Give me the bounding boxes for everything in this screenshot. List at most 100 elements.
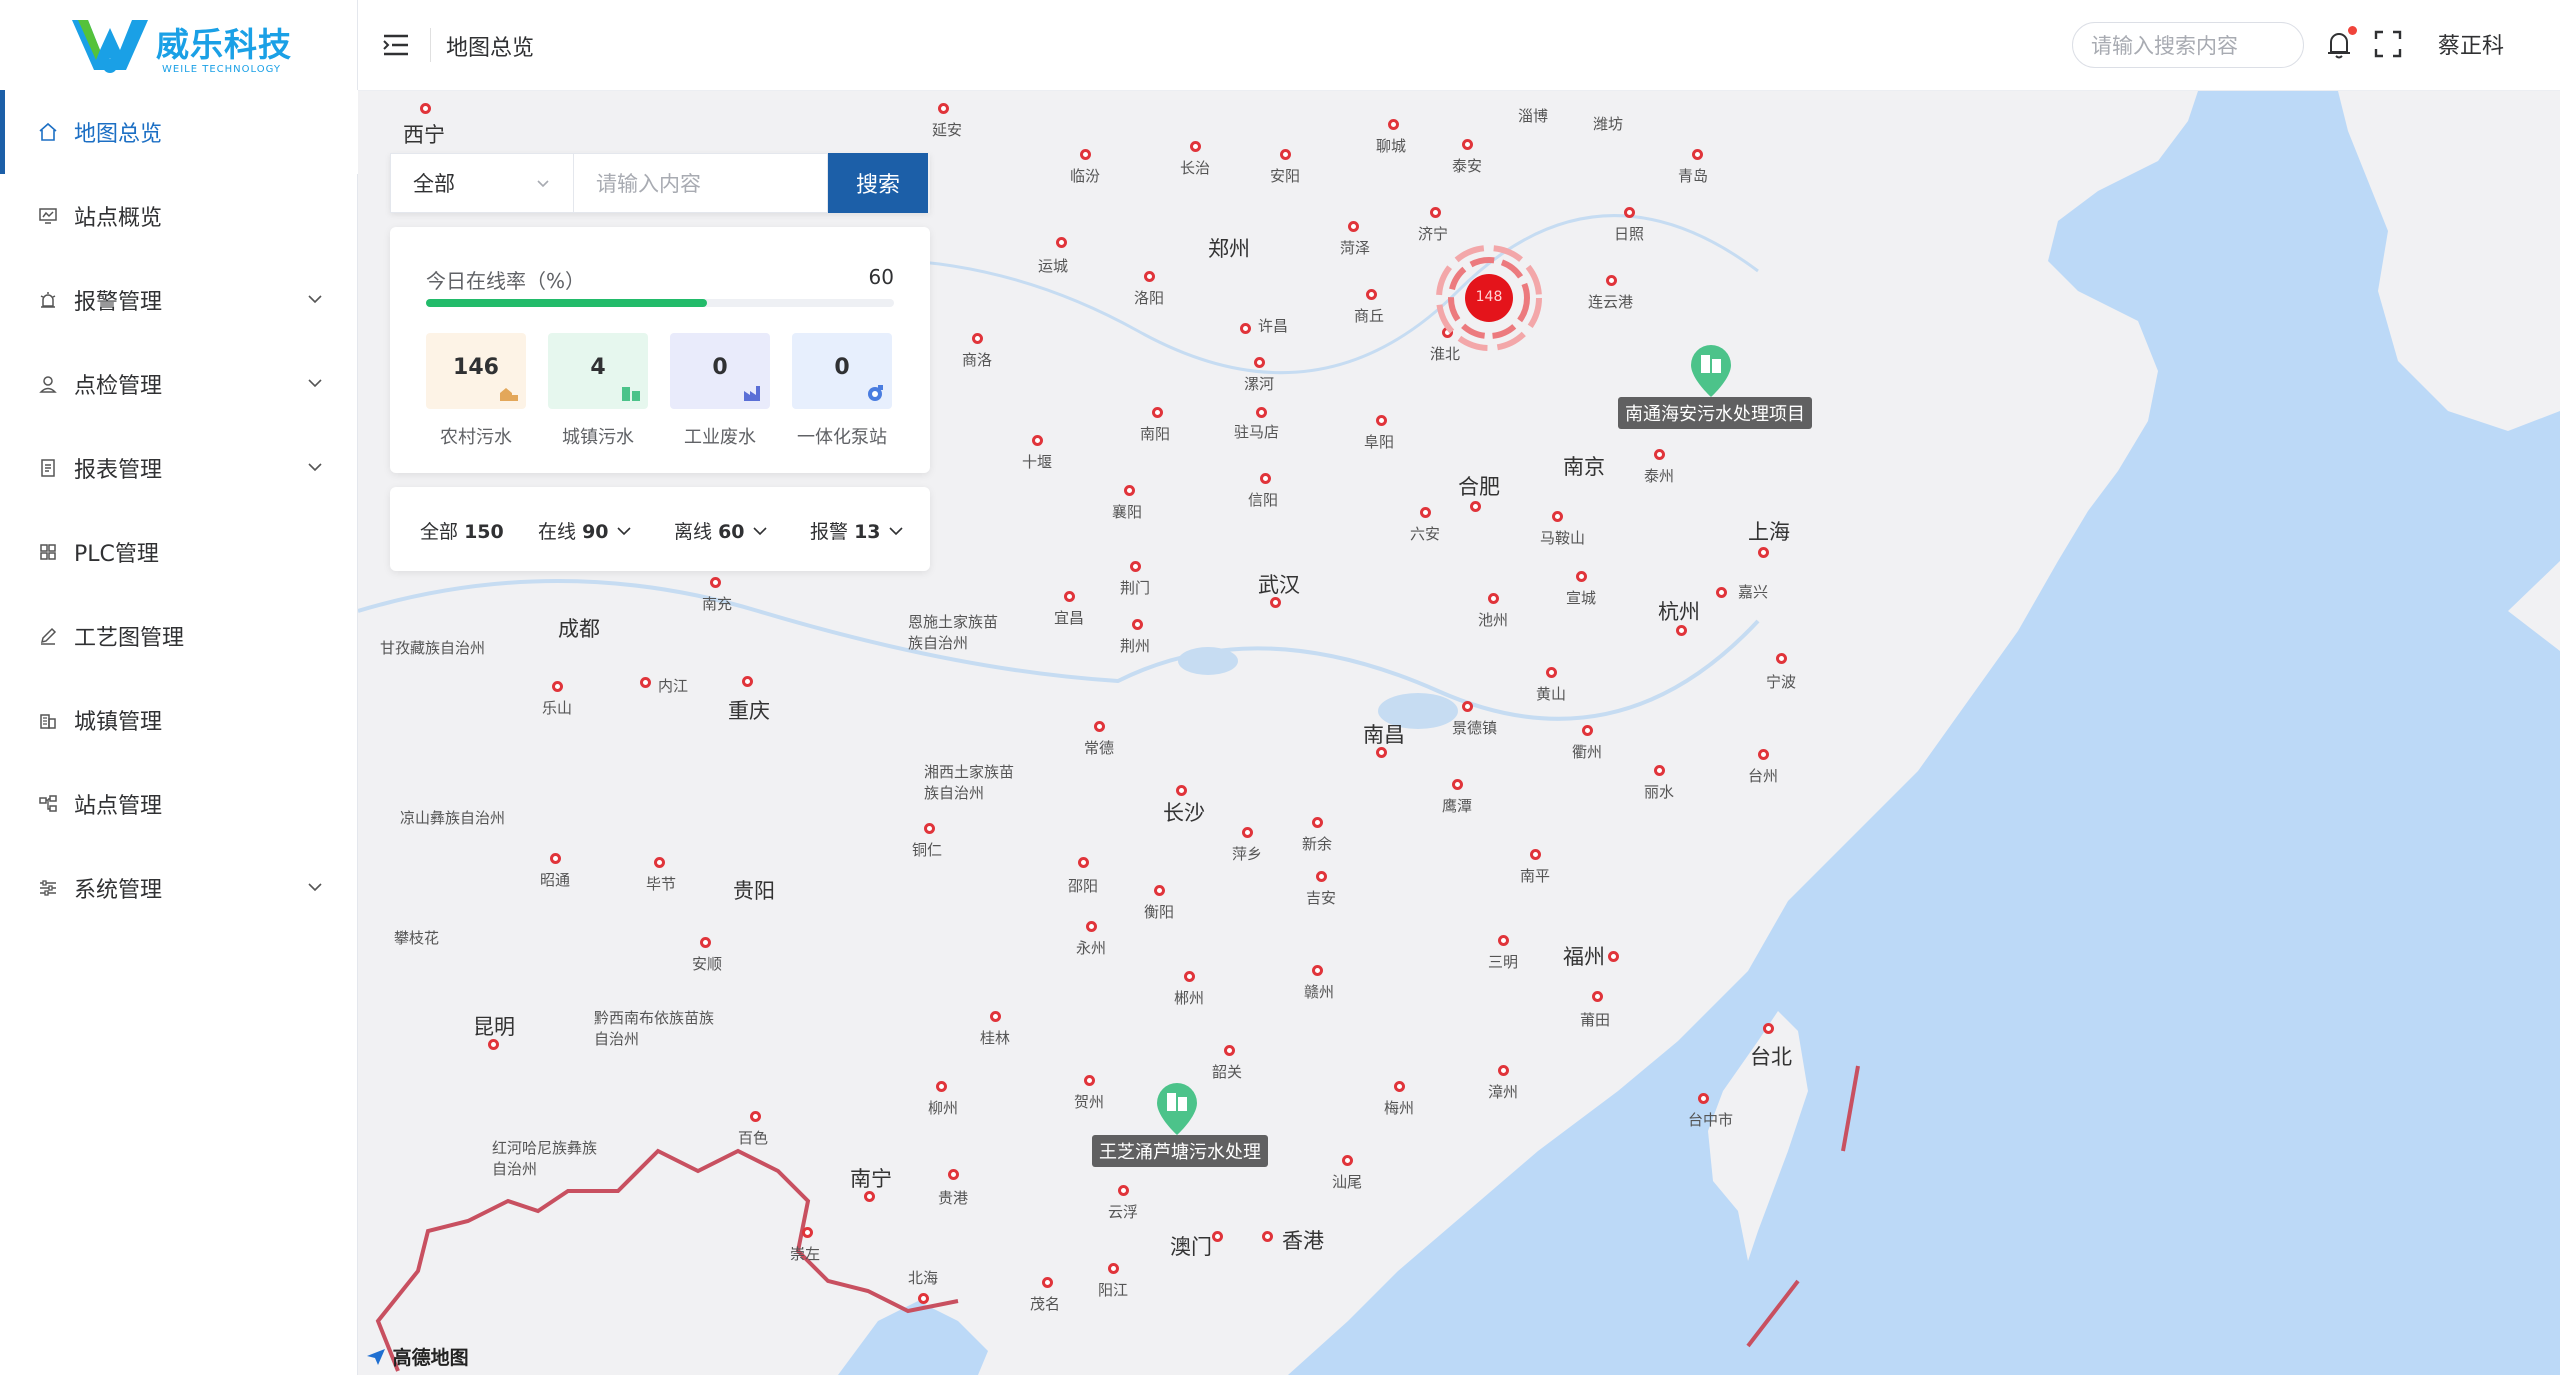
station-marker[interactable] xyxy=(1094,721,1105,732)
station-marker[interactable] xyxy=(1676,625,1687,636)
project-label[interactable]: 王芝涌芦塘污水处理 xyxy=(1092,1135,1268,1167)
station-marker[interactable] xyxy=(1032,435,1043,446)
station-marker[interactable] xyxy=(1242,827,1253,838)
station-marker[interactable] xyxy=(938,103,949,114)
station-marker[interactable] xyxy=(1498,935,1509,946)
station-marker[interactable] xyxy=(1763,1023,1774,1034)
station-marker[interactable] xyxy=(1342,1155,1353,1166)
project-pin-icon[interactable] xyxy=(1688,343,1734,399)
station-marker[interactable] xyxy=(1582,725,1593,736)
station-marker[interactable] xyxy=(918,1293,929,1304)
station-marker[interactable] xyxy=(1212,1231,1223,1242)
sidebar-item-town[interactable]: 城镇管理 xyxy=(0,678,358,762)
station-marker[interactable] xyxy=(1552,511,1563,522)
station-marker[interactable] xyxy=(1576,571,1587,582)
station-marker[interactable] xyxy=(1130,561,1141,572)
sidebar-item-reports[interactable]: 报表管理 xyxy=(0,426,358,510)
station-marker[interactable] xyxy=(1348,221,1359,232)
sidebar-item-inspection[interactable]: 点检管理 xyxy=(0,342,358,426)
station-marker[interactable] xyxy=(1316,871,1327,882)
station-marker[interactable] xyxy=(924,823,935,834)
station-marker[interactable] xyxy=(1606,275,1617,286)
station-marker[interactable] xyxy=(1086,921,1097,932)
filter-offline[interactable]: 离线 60 xyxy=(674,517,769,544)
station-marker[interactable] xyxy=(1394,1081,1405,1092)
station-marker[interactable] xyxy=(1776,653,1787,664)
station-marker[interactable] xyxy=(654,857,665,868)
station-marker[interactable] xyxy=(1078,857,1089,868)
station-marker[interactable] xyxy=(1132,619,1143,630)
sidebar-item-site-overview[interactable]: 站点概览 xyxy=(0,174,358,258)
station-marker[interactable] xyxy=(1224,1045,1235,1056)
station-marker[interactable] xyxy=(1698,1093,1709,1104)
station-marker[interactable] xyxy=(864,1191,875,1202)
station-marker[interactable] xyxy=(742,676,753,687)
station-marker[interactable] xyxy=(1654,449,1665,460)
station-marker[interactable] xyxy=(1654,765,1665,776)
station-marker[interactable] xyxy=(1376,415,1387,426)
sidebar-item-alarm[interactable]: 报警管理 xyxy=(0,258,358,342)
map-view[interactable]: 西宁 郑州 成都 重庆 武汉 合肥 南京 上海 杭州 长沙 南昌 贵阳 昆明 福… xyxy=(358,91,2560,1375)
station-marker[interactable] xyxy=(1262,1231,1273,1242)
station-marker[interactable] xyxy=(936,1081,947,1092)
station-marker[interactable] xyxy=(1144,271,1155,282)
amap-attribution[interactable]: 高德地图 xyxy=(366,1343,469,1370)
menu-toggle-icon[interactable] xyxy=(382,32,410,58)
station-marker[interactable] xyxy=(1376,747,1387,758)
station-marker[interactable] xyxy=(990,1011,1001,1022)
station-marker[interactable] xyxy=(552,681,563,692)
station-marker[interactable] xyxy=(1280,149,1291,160)
project-label[interactable]: 南通海安污水处理项目 xyxy=(1618,397,1812,429)
station-marker[interactable] xyxy=(1462,701,1473,712)
station-marker[interactable] xyxy=(1190,141,1201,152)
station-marker[interactable] xyxy=(1270,597,1281,608)
station-marker[interactable] xyxy=(1366,289,1377,300)
station-marker[interactable] xyxy=(1312,965,1323,976)
station-marker[interactable] xyxy=(1758,547,1769,558)
stat-pump-station[interactable]: 0 xyxy=(792,333,892,409)
station-marker[interactable] xyxy=(1530,849,1541,860)
station-marker[interactable] xyxy=(1388,119,1399,130)
map-search-input[interactable]: 请输入内容 xyxy=(574,153,828,213)
project-pin-icon[interactable] xyxy=(1154,1081,1200,1137)
stat-rural-sewage[interactable]: 146 xyxy=(426,333,526,409)
station-marker[interactable] xyxy=(1498,1065,1509,1076)
station-marker[interactable] xyxy=(1256,407,1267,418)
sidebar-item-map-overview[interactable]: 地图总览 xyxy=(0,90,358,174)
header-search-input[interactable]: 请输入搜索内容 xyxy=(2072,22,2304,68)
station-marker[interactable] xyxy=(1470,501,1481,512)
station-marker[interactable] xyxy=(1692,149,1703,160)
station-marker[interactable] xyxy=(1080,149,1091,160)
station-marker[interactable] xyxy=(1260,473,1271,484)
filter-all[interactable]: 全部 150 xyxy=(420,517,504,544)
station-marker[interactable] xyxy=(640,677,651,688)
sidebar-item-process-diagram[interactable]: 工艺图管理 xyxy=(0,594,358,678)
breadcrumb[interactable]: 地图总览 xyxy=(446,30,534,62)
station-marker[interactable] xyxy=(972,333,983,344)
sidebar-item-site-management[interactable]: 站点管理 xyxy=(0,762,358,846)
station-marker[interactable] xyxy=(1430,207,1441,218)
stat-urban-sewage[interactable]: 4 xyxy=(548,333,648,409)
station-marker[interactable] xyxy=(1592,991,1603,1002)
station-marker[interactable] xyxy=(1118,1185,1129,1196)
station-marker[interactable] xyxy=(700,937,711,948)
station-marker[interactable] xyxy=(1254,357,1265,368)
sidebar-item-plc[interactable]: PLC管理 xyxy=(0,510,358,594)
station-marker[interactable] xyxy=(550,853,561,864)
station-marker[interactable] xyxy=(1758,749,1769,760)
station-marker[interactable] xyxy=(710,577,721,588)
station-marker[interactable] xyxy=(1624,207,1635,218)
station-marker[interactable] xyxy=(1716,587,1727,598)
brand-logo[interactable]: 威乐科技 WEILE TECHNOLOGY xyxy=(70,14,310,76)
station-marker[interactable] xyxy=(1488,593,1499,604)
station-marker[interactable] xyxy=(1064,591,1075,602)
station-marker[interactable] xyxy=(802,1227,813,1238)
station-marker[interactable] xyxy=(1042,1277,1053,1288)
station-marker[interactable] xyxy=(1420,507,1431,518)
station-marker[interactable] xyxy=(1176,785,1187,796)
station-marker[interactable] xyxy=(1608,951,1619,962)
station-marker[interactable] xyxy=(1124,485,1135,496)
station-marker[interactable] xyxy=(1084,1075,1095,1086)
filter-online[interactable]: 在线 90 xyxy=(538,517,633,544)
station-marker[interactable] xyxy=(1152,407,1163,418)
